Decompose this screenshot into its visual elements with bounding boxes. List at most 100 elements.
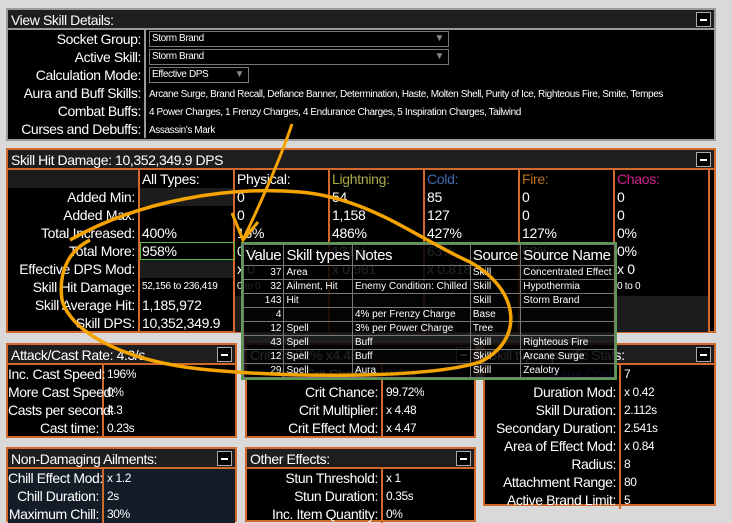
detail-value: Storm Brand (146, 48, 449, 66)
row-label: Total Increased: (8, 224, 140, 242)
stat-value: 0% (386, 507, 403, 521)
stat-label: Duration Mod: (485, 383, 621, 401)
row-label: Total More: (8, 242, 140, 260)
tooltip-cell: Spell (283, 349, 353, 364)
stat-row: Attachment Range: 80 (485, 473, 714, 491)
stat-label: Maximum Chill: (8, 505, 104, 523)
stat-value: x 4.47 (386, 421, 417, 435)
detail-row: Calculation Mode: Effective DPS (8, 66, 714, 84)
detail-row: Socket Group: Storm Brand (8, 30, 714, 48)
damage-cell (140, 188, 235, 206)
view-skill-details-panel: View Skill Details: Socket Group: Storm B… (6, 8, 716, 141)
column-header-lightning: Lightning: (330, 170, 425, 188)
tooltip-cell: Skill (469, 349, 522, 364)
tooltip-cell: Skill (469, 335, 522, 350)
damage-cell: 16% (235, 224, 330, 242)
damage-cell: 486% (330, 224, 425, 242)
panel-body: Mana Cost:7Duration Mod:x 0.42Skill Dura… (485, 365, 714, 509)
stat-row: Chill Duration: 2s (8, 487, 235, 505)
tooltip-row: 32 Ailment, Hit Enemy Condition: Chilled Sk… (242, 279, 615, 294)
damage-cell: 0 to 0 (615, 278, 710, 296)
tooltip-cell: 29 (242, 363, 285, 378)
stat-value: x 0.42 (624, 385, 655, 399)
stat-row: More Cast Speed: 0% (8, 383, 235, 401)
detail-row: Active Skill: Storm Brand (8, 48, 714, 66)
tooltip-cell: 3% per Power Charge (351, 321, 471, 336)
stat-row: Crit Chance: 99.72% (247, 383, 474, 401)
collapse-button[interactable] (696, 347, 711, 362)
damage-cell: 0 (615, 188, 710, 206)
detail-label: Combat Buffs: (8, 102, 146, 120)
collapse-button[interactable] (696, 12, 711, 27)
panel-ailments: Non-Damaging Ailments: Chill Effect Mod: x… (6, 447, 237, 523)
panel-other: Other Effects: Stun Threshold: x 1 Stun Dur… (245, 447, 476, 523)
damage-cell: 52,156 to 236,419 (140, 278, 235, 296)
damage-cell: 0 (235, 188, 330, 206)
damage-cell: 0 (615, 206, 710, 224)
tooltip-header: Skill types (283, 244, 353, 266)
stat-row: Inc. Item Quantity: 0% (247, 505, 474, 523)
detail-value: Arcane Surge, Brand Recall, Defiance Ban… (146, 84, 663, 102)
detail-value: Assassin's Mark (146, 120, 215, 138)
detail-row: Curses and Debuffs: Assassin's Mark (8, 120, 714, 138)
tooltip-cell: 12 (242, 321, 285, 336)
damage-cell: x 0 (615, 260, 710, 278)
stat-value: 4.3 (107, 403, 123, 417)
detail-label: Curses and Debuffs: (8, 120, 146, 138)
stat-row: Crit Effect Mod: x 4.47 (247, 419, 474, 437)
row-label: Skill Hit Damage: (8, 278, 140, 296)
stat-row: Chill Effect Mod: x 1.2 (8, 469, 235, 487)
collapse-button[interactable] (217, 451, 232, 466)
stat-label: Active Brand Limit: (485, 491, 621, 509)
damage-cell (615, 296, 710, 314)
stat-value: x 1 (386, 471, 401, 485)
tooltip-header: Value (242, 244, 285, 266)
tooltip-row: 12 Spell 3% per Power Charge Tree (242, 321, 615, 336)
stat-row: Stun Threshold: x 1 (247, 469, 474, 487)
damage-cell: 1,158 (330, 206, 425, 224)
tooltip-row: 143 Hit Skill Storm Brand (242, 293, 615, 308)
detail-dropdown[interactable]: Storm Brand (149, 49, 449, 65)
detail-dropdown[interactable]: Effective DPS (149, 67, 249, 83)
collapse-button[interactable] (456, 451, 471, 466)
tooltip-cell: Skill (469, 279, 522, 294)
tooltip-cell (351, 265, 471, 280)
tooltip-cell: Enemy Condition: Chilled (351, 279, 471, 294)
detail-dropdown[interactable]: Storm Brand (149, 31, 449, 47)
tooltip-cell: Hit (283, 293, 353, 308)
damage-cell (615, 314, 710, 332)
stat-value: 99.72% (386, 385, 425, 399)
stat-label: Inc. Item Quantity: (247, 505, 383, 523)
tooltip-row: 43 Spell Buff Skill Righteous Fire (242, 335, 615, 350)
panel-title: Skill Hit Damage: 10,352,349.9 DPS (11, 152, 224, 168)
stat-label: Attachment Range: (485, 473, 621, 491)
stat-label: Stun Threshold: (247, 469, 383, 487)
detail-value: Effective DPS (146, 66, 249, 84)
collapse-button[interactable] (217, 347, 232, 362)
tooltip-cell: Area (283, 265, 353, 280)
damage-cell: 0% (615, 242, 710, 260)
tooltip-cell: 4% per Frenzy Charge (351, 307, 471, 322)
stat-value: 0% (107, 385, 124, 399)
detail-value: Storm Brand (146, 30, 449, 48)
collapse-button[interactable] (696, 152, 711, 167)
row-label: Effective DPS Mod: (8, 260, 140, 278)
tooltip-cell: Skill (469, 293, 522, 308)
tooltip-header: Source (469, 244, 522, 266)
panel-title: View Skill Details: (11, 12, 114, 28)
stat-label: Chill Duration: (8, 487, 104, 505)
damage-cell[interactable]: 958% (140, 242, 235, 260)
corner-cell (8, 170, 140, 188)
panel-header: Skill Hit Damage: 10,352,349.9 DPS (8, 150, 714, 170)
stat-row: Duration Mod: x 0.42 (485, 383, 714, 401)
stat-value: 80 (624, 475, 637, 489)
tooltip-cell: Hypothermia (520, 279, 615, 294)
stat-label: Area of Effect Mod: (485, 437, 621, 455)
tooltip-header: Notes (351, 244, 471, 266)
tooltip-cell: Concentrated Effect (520, 265, 615, 280)
detail-row: Combat Buffs: 4 Power Charges, 1 Frenzy C… (8, 102, 714, 120)
detail-label: Calculation Mode: (8, 66, 146, 84)
stat-row: Area of Effect Mod: x 0.84 (485, 437, 714, 455)
stat-label: Crit Multiplier: (247, 401, 383, 419)
detail-text: 4 Power Charges, 1 Frenzy Charges, 4 End… (149, 107, 521, 118)
